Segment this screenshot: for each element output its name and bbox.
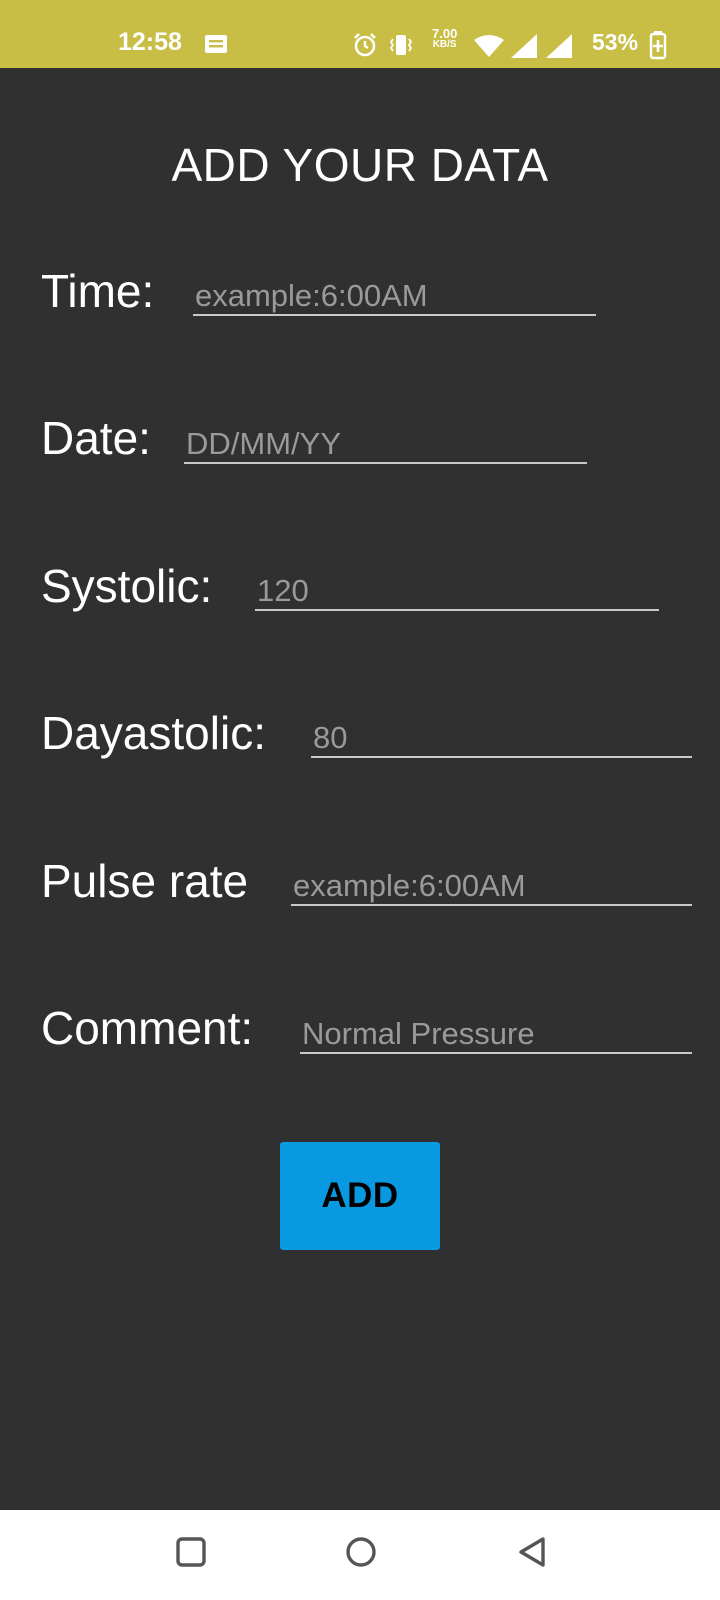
systolic-label: Systolic:: [41, 560, 213, 612]
time-input[interactable]: example:6:00AM: [193, 276, 596, 316]
back-triangle-icon[interactable]: [516, 1535, 550, 1569]
date-label: Date:: [41, 412, 151, 464]
pulse-rate-input[interactable]: example:6:00AM: [291, 866, 692, 906]
home-circle-icon[interactable]: [344, 1535, 378, 1569]
diastolic-input[interactable]: 80: [311, 718, 692, 758]
notes-icon: [205, 35, 227, 53]
battery-percent: 53%: [592, 29, 639, 55]
diastolic-label: Dayastolic:: [41, 707, 266, 759]
add-button[interactable]: ADD: [280, 1142, 440, 1250]
alarm-icon: [354, 33, 376, 57]
navigation-bar: [0, 1510, 720, 1600]
net-speed: 7.00 KB/S: [432, 26, 458, 50]
status-bar: 12:58 7.00 KB/S 53%: [0, 0, 720, 68]
page-title: ADD YOUR DATA: [171, 139, 549, 191]
time-label: Time:: [41, 265, 155, 317]
net-speed-unit: KB/S: [432, 39, 457, 50]
net-speed-value: 7.00: [432, 26, 458, 41]
wifi-icon: [474, 35, 504, 57]
systolic-input[interactable]: 120: [255, 571, 659, 611]
signal-icon: [511, 34, 537, 58]
vibrate-icon: [389, 35, 413, 55]
pulse-rate-label: Pulse rate: [41, 855, 249, 907]
date-input[interactable]: DD/MM/YY: [184, 424, 587, 464]
recents-square-icon[interactable]: [174, 1535, 208, 1569]
comment-label: Comment:: [41, 1002, 254, 1054]
battery-charging-icon: [649, 31, 667, 60]
signal-icon: [546, 34, 572, 58]
comment-input[interactable]: Normal Pressure: [300, 1014, 692, 1054]
status-time: 12:58: [118, 28, 182, 56]
